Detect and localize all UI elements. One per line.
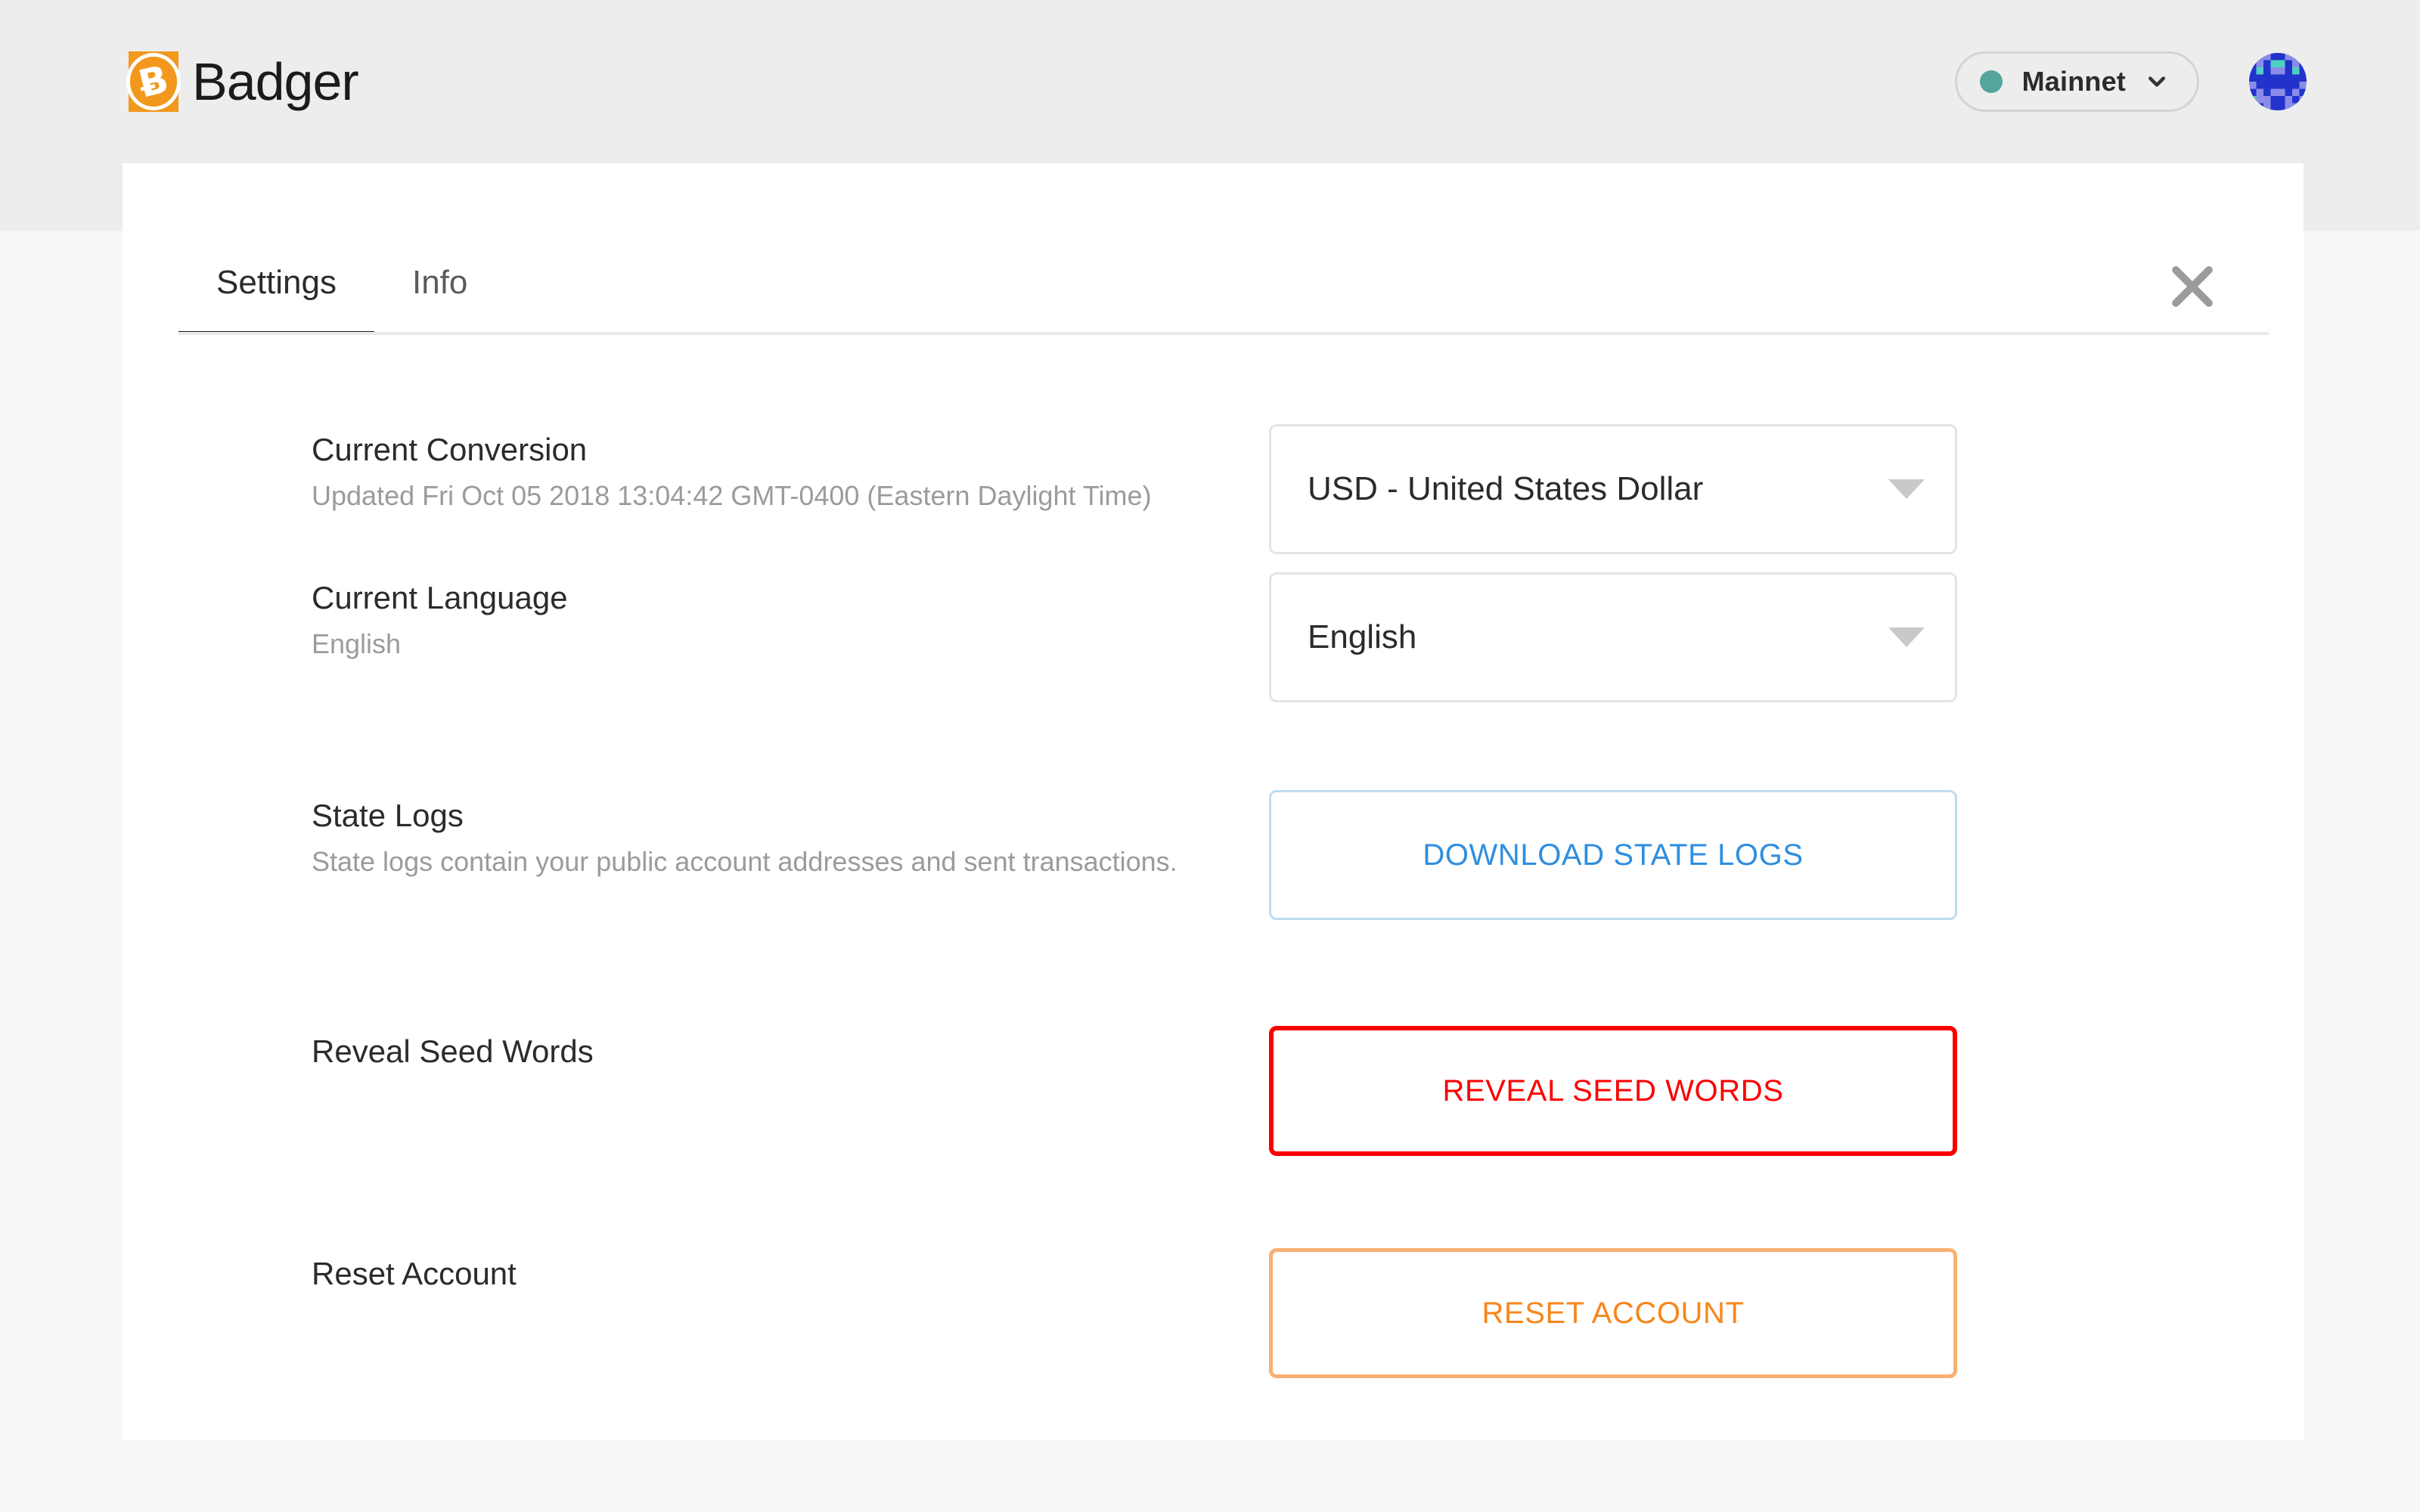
row-subtitle: English [312,628,402,660]
close-icon[interactable] [2166,260,2219,313]
app-title: Badger [192,52,359,111]
network-status-dot [1979,70,2003,93]
brand: Ƀ Badger [126,51,359,112]
caret-down-icon [1888,627,1925,647]
settings-rows: Current Conversion Updated Fri Oct 05 20… [123,335,2304,1440]
currency-select-value: USD - United States Dollar [1308,470,1704,507]
reset-account-button[interactable]: RESET ACCOUNT [1269,1248,1957,1378]
row-subtitle: Updated Fri Oct 05 2018 13:04:42 GMT-040… [312,480,1152,512]
row-current-language-control: English [1237,572,2229,702]
row-reveal-seed-words-control: REVEAL SEED WORDS [1237,1026,2229,1156]
language-select-value: English [1308,618,1417,655]
chevron-down-icon [2149,76,2165,87]
currency-select[interactable]: USD - United States Dollar [1269,424,1957,554]
row-title: Current Conversion [312,432,588,467]
row-current-conversion-control: USD - United States Dollar [1237,424,2229,554]
tab-divider [178,332,2269,335]
reveal-seed-words-button[interactable]: REVEAL SEED WORDS [1269,1026,1957,1156]
row-reset-account: Reset Account RESET ACCOUNT [186,1218,2229,1440]
network-selector[interactable]: Mainnet [1954,51,2199,112]
language-select[interactable]: English [1269,572,1957,702]
app-header: Ƀ Badger Mainnet [0,0,2420,163]
row-current-conversion: Current Conversion Updated Fri Oct 05 20… [186,335,2229,554]
network-label: Mainnet [2021,66,2126,97]
download-state-logs-button[interactable]: DOWNLOAD STATE LOGS [1269,790,1957,920]
row-reset-account-text: Reset Account [186,1248,1237,1293]
bitcoin-cash-logo-icon: Ƀ [126,51,181,112]
header-actions: Mainnet [1954,51,2307,112]
row-current-conversion-text: Current Conversion Updated Fri Oct 05 20… [186,424,1237,515]
tab-info[interactable]: Info [374,264,505,335]
row-reveal-seed-words: Reveal Seed Words REVEAL SEED WORDS [186,996,2229,1218]
row-current-language-text: Current Language English [186,572,1237,663]
tab-list: Settings Info [123,264,505,335]
row-subtitle: State logs contain your public account a… [312,846,1177,878]
tab-bar: Settings Info [123,163,2304,335]
row-reset-account-control: RESET ACCOUNT [1237,1248,2229,1378]
row-state-logs: State Logs State logs contain your publi… [186,775,2229,996]
row-state-logs-control: DOWNLOAD STATE LOGS [1237,790,2229,920]
row-title: Reveal Seed Words [312,1033,594,1069]
settings-card: Settings Info Current Conversion Updated… [123,163,2304,1440]
row-reveal-seed-words-text: Reveal Seed Words [186,1026,1237,1070]
row-current-language: Current Language English English [186,554,2229,775]
row-title: State Logs [312,798,464,833]
row-title: Current Language [312,580,568,615]
caret-down-icon [1888,479,1925,499]
account-identicon-avatar[interactable] [2249,53,2307,110]
row-state-logs-text: State Logs State logs contain your publi… [186,790,1237,881]
row-title: Reset Account [312,1256,517,1291]
tab-settings[interactable]: Settings [178,264,374,335]
